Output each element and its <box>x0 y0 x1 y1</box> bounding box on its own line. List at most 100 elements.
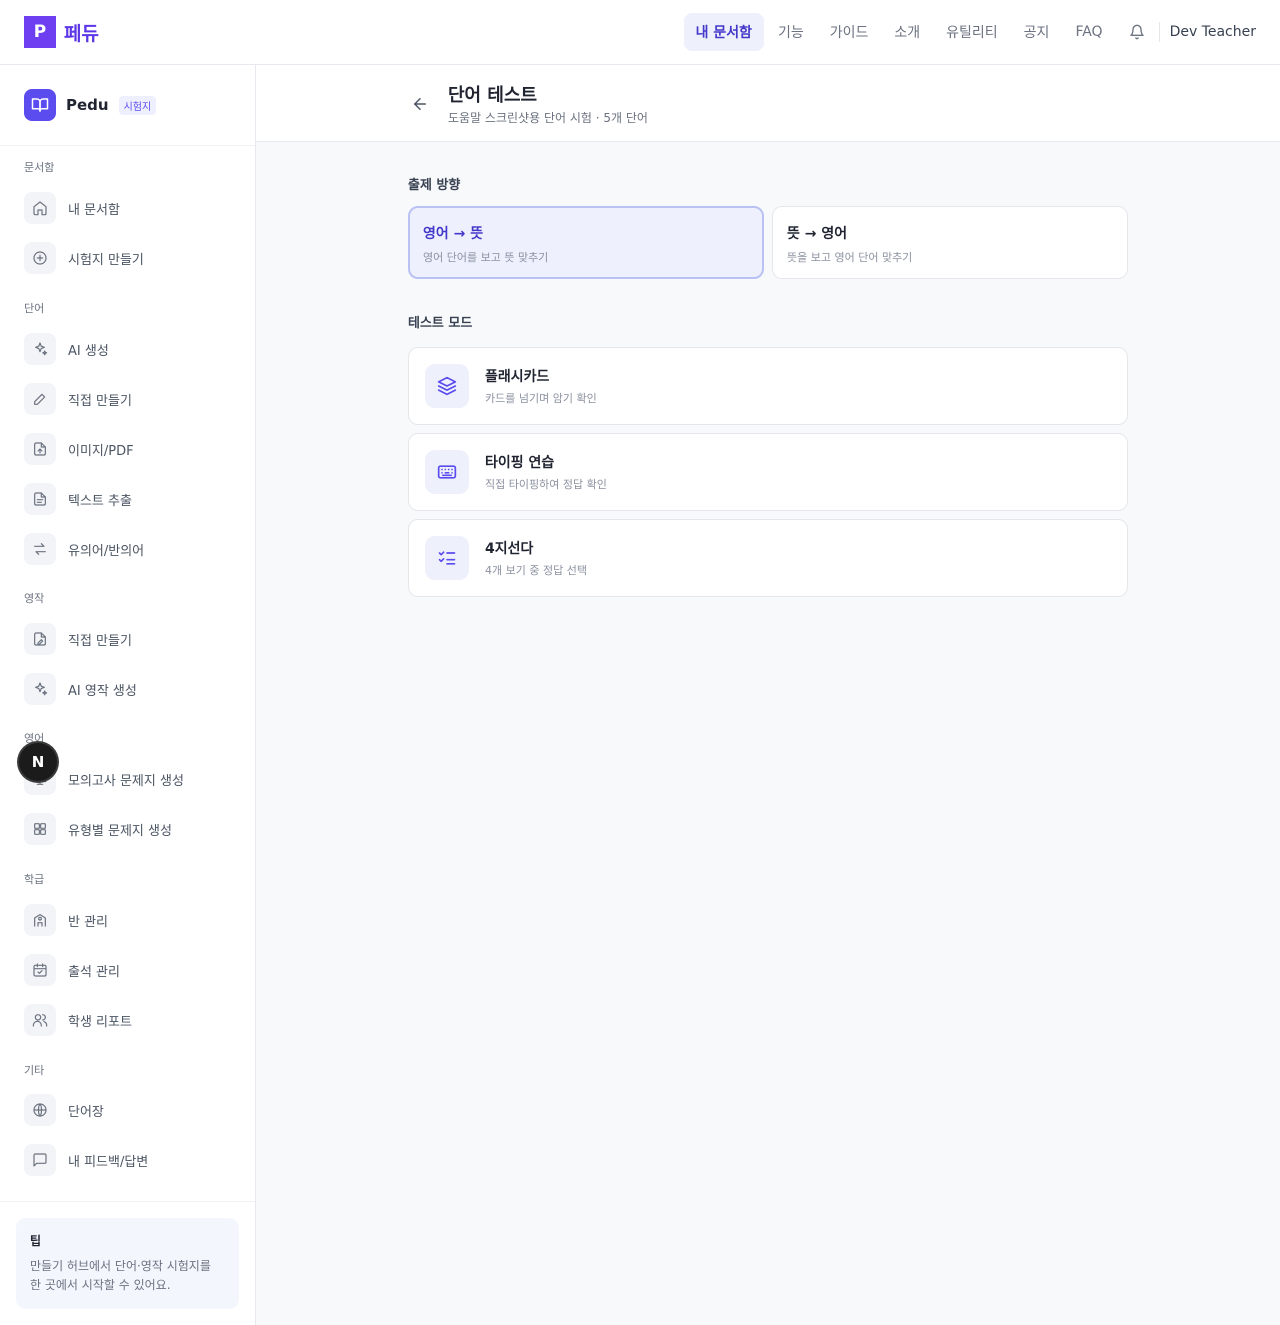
sidebar-item[interactable]: 텍스트 추출 <box>24 474 234 524</box>
sidebar-section-title: 단어 <box>24 302 45 315</box>
back-arrow-icon[interactable] <box>408 92 432 116</box>
page-subtitle: 도움말 스크린샷용 단어 시험 · 5개 단어 <box>448 111 648 125</box>
message-icon <box>24 1144 56 1176</box>
grid-icon <box>24 813 56 845</box>
sidebar-item[interactable]: 시험지 만들기 <box>24 233 234 283</box>
sidebar-item-label: 단어장 <box>68 1104 104 1120</box>
sidebar-item[interactable]: 학생 리포트 <box>24 995 234 1045</box>
nav-notice[interactable]: 공지 <box>1012 13 1062 51</box>
mode-name: 타이핑 연습 <box>485 455 555 471</box>
nav-utility[interactable]: 유틸리티 <box>934 13 1010 51</box>
sidebar-item[interactable]: 유형별 문제지 생성 <box>24 804 234 854</box>
sidebar-item-label: 텍스트 추출 <box>68 493 132 509</box>
mode-name: 플래시카드 <box>485 369 550 385</box>
top-navigation: P 페듀 내 문서함 기능 가이드 소개 유틸리티 공지 FAQ Dev Tea… <box>0 0 1280 65</box>
sidebar-item[interactable]: 단어장 <box>24 1085 234 1135</box>
sidebar-section-title: 학급 <box>24 873 45 886</box>
direction-options: 영어 → 뜻 영어 단어를 보고 뜻 맞추기 뜻 → 영어 뜻을 보고 영어 단… <box>408 206 1128 279</box>
mode-desc: 카드를 넘기며 암기 확인 <box>485 392 597 405</box>
list-check-icon <box>425 536 469 580</box>
tip-body: 만들기 허브에서 단어·영작 시험지를 한 곳에서 시작할 수 있어요. <box>30 1259 211 1292</box>
bell-icon[interactable] <box>1119 16 1155 48</box>
swap-icon <box>24 533 56 565</box>
sidebar-item-label: 이미지/PDF <box>68 443 134 459</box>
direction-option-desc: 영어 단어를 보고 뜻 맞추기 <box>423 251 549 264</box>
sidebar-item-label: 내 문서함 <box>68 202 120 218</box>
sparkle-icon <box>24 673 56 705</box>
sidebar-item[interactable]: 직접 만들기 <box>24 374 234 424</box>
mode-list: 플래시카드 카드를 넘기며 암기 확인 타이핑 연습 직접 타이핑하여 정답 확… <box>408 347 1128 597</box>
direction-option-desc: 뜻을 보고 영어 단어 맞추기 <box>787 251 913 264</box>
sidebar-item[interactable]: 반 관리 <box>24 895 234 945</box>
main-nav: 내 문서함 기능 가이드 소개 유틸리티 공지 FAQ Dev Teacher <box>682 13 1256 51</box>
nav-guide[interactable]: 가이드 <box>818 13 881 51</box>
sidebar-item-label: 유형별 문제지 생성 <box>68 823 172 839</box>
sidebar-brand[interactable]: Pedu 시험지 <box>0 65 255 146</box>
user-menu[interactable]: Dev Teacher <box>1170 24 1256 40</box>
sidebar-item-label: 직접 만들기 <box>68 393 132 409</box>
sidebar-section-title: 문서함 <box>24 161 55 174</box>
mode-desc: 직접 타이핑하여 정답 확인 <box>485 478 607 491</box>
brand-name: 페듀 <box>64 22 99 45</box>
tip-box: 팁 만들기 허브에서 단어·영작 시험지를 한 곳에서 시작할 수 있어요. <box>16 1218 239 1309</box>
school-icon <box>24 904 56 936</box>
sidebar-item-label: 내 피드백/답변 <box>68 1154 149 1170</box>
file-edit-icon <box>24 623 56 655</box>
mode-multiple-choice[interactable]: 4지선다 4개 보기 중 정답 선택 <box>408 519 1128 597</box>
sidebar: Pedu 시험지 문서함 내 문서함 시험지 만들기 단어 AI 생성 직접 만들기 이미지… <box>0 65 256 1325</box>
page-header: 단어 테스트 도움말 스크린샷용 단어 시험 · 5개 단어 <box>256 65 1280 142</box>
users-icon <box>24 1004 56 1036</box>
sidebar-item[interactable]: 출석 관리 <box>24 945 234 995</box>
sparkle-icon <box>24 333 56 365</box>
test-setup: 출제 방향 영어 → 뜻 영어 단어를 보고 뜻 맞추기 뜻 → 영어 뜻을 보… <box>408 174 1128 605</box>
direction-option-en-to-meaning[interactable]: 영어 → 뜻 영어 단어를 보고 뜻 맞추기 <box>408 206 764 279</box>
floating-n-button[interactable]: N <box>19 743 57 781</box>
sidebar-item-label: 시험지 만들기 <box>68 252 144 268</box>
sidebar-item-label: 유의어/반의어 <box>68 543 145 559</box>
sidebar-divider <box>0 1201 255 1202</box>
sidebar-item-label: 모의고사 문제지 생성 <box>68 773 184 789</box>
sidebar-section-title: 기타 <box>24 1064 45 1077</box>
keyboard-icon <box>425 450 469 494</box>
sidebar-item[interactable]: 내 피드백/답변 <box>24 1135 234 1185</box>
direction-option-title: 영어 → 뜻 <box>423 226 484 242</box>
sidebar-item[interactable]: 직접 만들기 <box>24 614 234 664</box>
nav-my-documents[interactable]: 내 문서함 <box>683 13 764 51</box>
layers-icon <box>425 364 469 408</box>
sidebar-item[interactable]: 유의어/반의어 <box>24 524 234 574</box>
book-icon <box>24 89 56 121</box>
sidebar-brand-name: Pedu <box>66 96 109 114</box>
globe-icon <box>24 1094 56 1126</box>
direction-option-meaning-to-en[interactable]: 뜻 → 영어 뜻을 보고 영어 단어 맞추기 <box>772 206 1128 279</box>
pencil-icon <box>24 383 56 415</box>
home-icon <box>24 192 56 224</box>
file-text-icon <box>24 483 56 515</box>
nav-divider <box>1158 22 1160 42</box>
sidebar-item-label: 학생 리포트 <box>68 1014 132 1030</box>
plus-circle-icon <box>24 242 56 274</box>
mode-typing[interactable]: 타이핑 연습 직접 타이핑하여 정답 확인 <box>408 433 1128 511</box>
sidebar-section-title: 영작 <box>24 592 45 605</box>
tip-title: 팁 <box>30 1234 42 1248</box>
nav-faq[interactable]: FAQ <box>1063 15 1114 49</box>
sidebar-brand-badge: 시험지 <box>118 95 157 115</box>
sidebar-item[interactable]: 이미지/PDF <box>24 424 234 474</box>
mode-title: 테스트 모드 <box>408 316 473 331</box>
nav-features[interactable]: 기능 <box>766 13 816 51</box>
sidebar-item-label: 직접 만들기 <box>68 633 132 649</box>
nav-about[interactable]: 소개 <box>882 13 932 51</box>
file-upload-icon <box>24 433 56 465</box>
brand[interactable]: P 페듀 <box>24 16 99 48</box>
sidebar-item-label: AI 영작 생성 <box>68 683 137 699</box>
direction-option-title: 뜻 → 영어 <box>787 226 848 242</box>
sidebar-item[interactable]: AI 영작 생성 <box>24 664 234 714</box>
sidebar-item-label: 출석 관리 <box>68 964 120 980</box>
direction-title: 출제 방향 <box>408 178 461 193</box>
mode-flashcard[interactable]: 플래시카드 카드를 넘기며 암기 확인 <box>408 347 1128 425</box>
sidebar-item[interactable]: AI 생성 <box>24 324 234 374</box>
page-title: 단어 테스트 <box>448 85 538 106</box>
sidebar-item-label: AI 생성 <box>68 343 109 359</box>
mode-name: 4지선다 <box>485 541 534 557</box>
sidebar-item[interactable]: 내 문서함 <box>24 183 234 233</box>
mode-desc: 4개 보기 중 정답 선택 <box>485 564 587 577</box>
